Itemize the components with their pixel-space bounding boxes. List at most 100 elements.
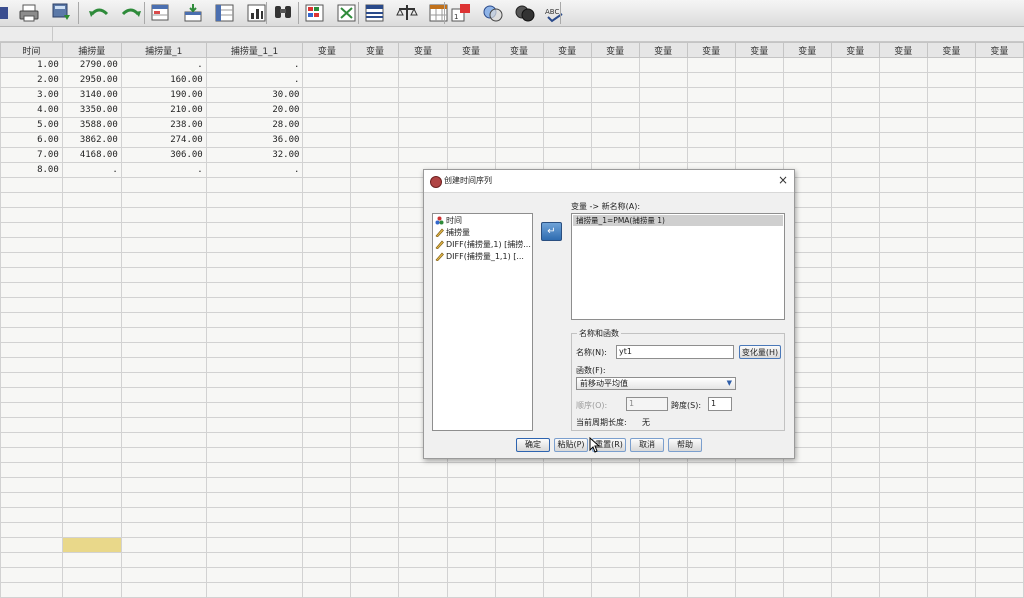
table-cell[interactable] [878,267,928,283]
table-cell[interactable] [926,567,976,583]
table-cell[interactable] [974,72,1024,88]
target-variable-list[interactable]: 捕捞量_1=PMA(捕捞量 1) [571,213,785,320]
table-cell[interactable] [590,117,640,133]
table-cell[interactable] [0,312,63,328]
table-cell[interactable] [61,252,122,268]
table-cell[interactable] [974,252,1024,268]
table-cell[interactable] [542,477,592,493]
table-cell[interactable] [974,102,1024,118]
table-cell[interactable] [205,417,304,433]
value-labels-icon[interactable]: 1 [448,2,474,24]
table-cell[interactable] [61,312,122,328]
table-cell[interactable] [205,192,304,208]
table-cell[interactable] [398,147,448,163]
table-cell[interactable] [590,72,640,88]
spell-check-icon[interactable]: ABC [544,2,570,24]
table-cell[interactable]: 28.00 [205,117,304,133]
table-cell[interactable] [302,342,352,358]
table-cell[interactable] [782,522,832,538]
span-input[interactable]: 1 [708,397,732,411]
table-cell[interactable] [0,222,63,238]
table-cell[interactable] [974,192,1024,208]
table-cell[interactable] [205,477,304,493]
table-cell[interactable] [974,342,1024,358]
table-cell[interactable] [878,492,928,508]
table-cell[interactable] [878,567,928,583]
table-cell[interactable] [830,582,880,598]
table-cell[interactable]: 5.00 [0,117,63,133]
table-cell[interactable] [638,522,688,538]
table-cell[interactable] [734,477,784,493]
table-cell[interactable] [302,372,352,388]
table-cell[interactable] [926,327,976,343]
table-cell[interactable] [302,297,352,313]
table-cell[interactable] [205,327,304,343]
table-cell[interactable] [926,147,976,163]
table-cell[interactable] [350,312,400,328]
table-cell[interactable]: 160.00 [120,72,207,88]
table-cell[interactable] [446,507,496,523]
table-cell[interactable] [302,357,352,373]
table-cell[interactable] [398,102,448,118]
table-cell[interactable] [542,72,592,88]
table-cell[interactable] [0,192,63,208]
help-button[interactable]: 帮助 [668,438,702,452]
table-cell[interactable] [926,417,976,433]
table-cell[interactable] [734,72,784,88]
table-cell[interactable] [926,117,976,133]
column-header[interactable]: 变量 [398,42,448,58]
table-cell[interactable] [638,462,688,478]
table-cell[interactable] [120,327,207,343]
table-cell[interactable] [446,582,496,598]
table-cell[interactable] [590,507,640,523]
table-cell[interactable] [926,342,976,358]
table-cell[interactable] [61,507,122,523]
table-cell[interactable]: 274.00 [120,132,207,148]
table-cell[interactable] [926,237,976,253]
table-cell[interactable] [686,102,736,118]
table-cell[interactable] [302,252,352,268]
table-cell[interactable] [878,447,928,463]
table-cell[interactable] [0,327,63,343]
table-cell[interactable] [830,492,880,508]
table-cell[interactable] [830,147,880,163]
table-cell[interactable] [926,357,976,373]
table-cell[interactable] [350,342,400,358]
table-cell[interactable] [686,537,736,553]
table-cell[interactable] [205,537,304,553]
table-cell[interactable] [926,522,976,538]
table-cell[interactable] [782,492,832,508]
table-cell[interactable] [494,102,544,118]
table-cell[interactable] [782,57,832,73]
table-cell[interactable] [734,492,784,508]
table-cell[interactable] [350,567,400,583]
close-icon[interactable]: × [778,173,788,187]
table-cell[interactable] [974,447,1024,463]
table-cell[interactable] [974,132,1024,148]
table-cell[interactable] [542,567,592,583]
table-cell[interactable] [878,147,928,163]
insert-cases-icon[interactable] [302,2,328,24]
table-cell[interactable] [926,72,976,88]
table-cell[interactable]: . [205,72,304,88]
table-cell[interactable] [830,522,880,538]
table-cell[interactable] [542,522,592,538]
cell-reference-box[interactable] [0,27,53,41]
table-cell[interactable] [878,57,928,73]
table-cell[interactable] [120,507,207,523]
table-cell[interactable] [878,282,928,298]
table-cell[interactable] [782,537,832,553]
table-cell[interactable] [974,462,1024,478]
table-cell[interactable] [830,267,880,283]
column-header[interactable]: 变量 [830,42,880,58]
table-cell[interactable] [878,72,928,88]
table-cell[interactable] [302,267,352,283]
table-cell[interactable] [494,582,544,598]
table-cell[interactable] [686,507,736,523]
table-cell[interactable] [494,57,544,73]
table-cell[interactable]: 3.00 [0,87,63,103]
table-cell[interactable] [830,162,880,178]
table-cell[interactable] [878,117,928,133]
table-cell[interactable] [974,162,1024,178]
table-cell[interactable] [542,552,592,568]
